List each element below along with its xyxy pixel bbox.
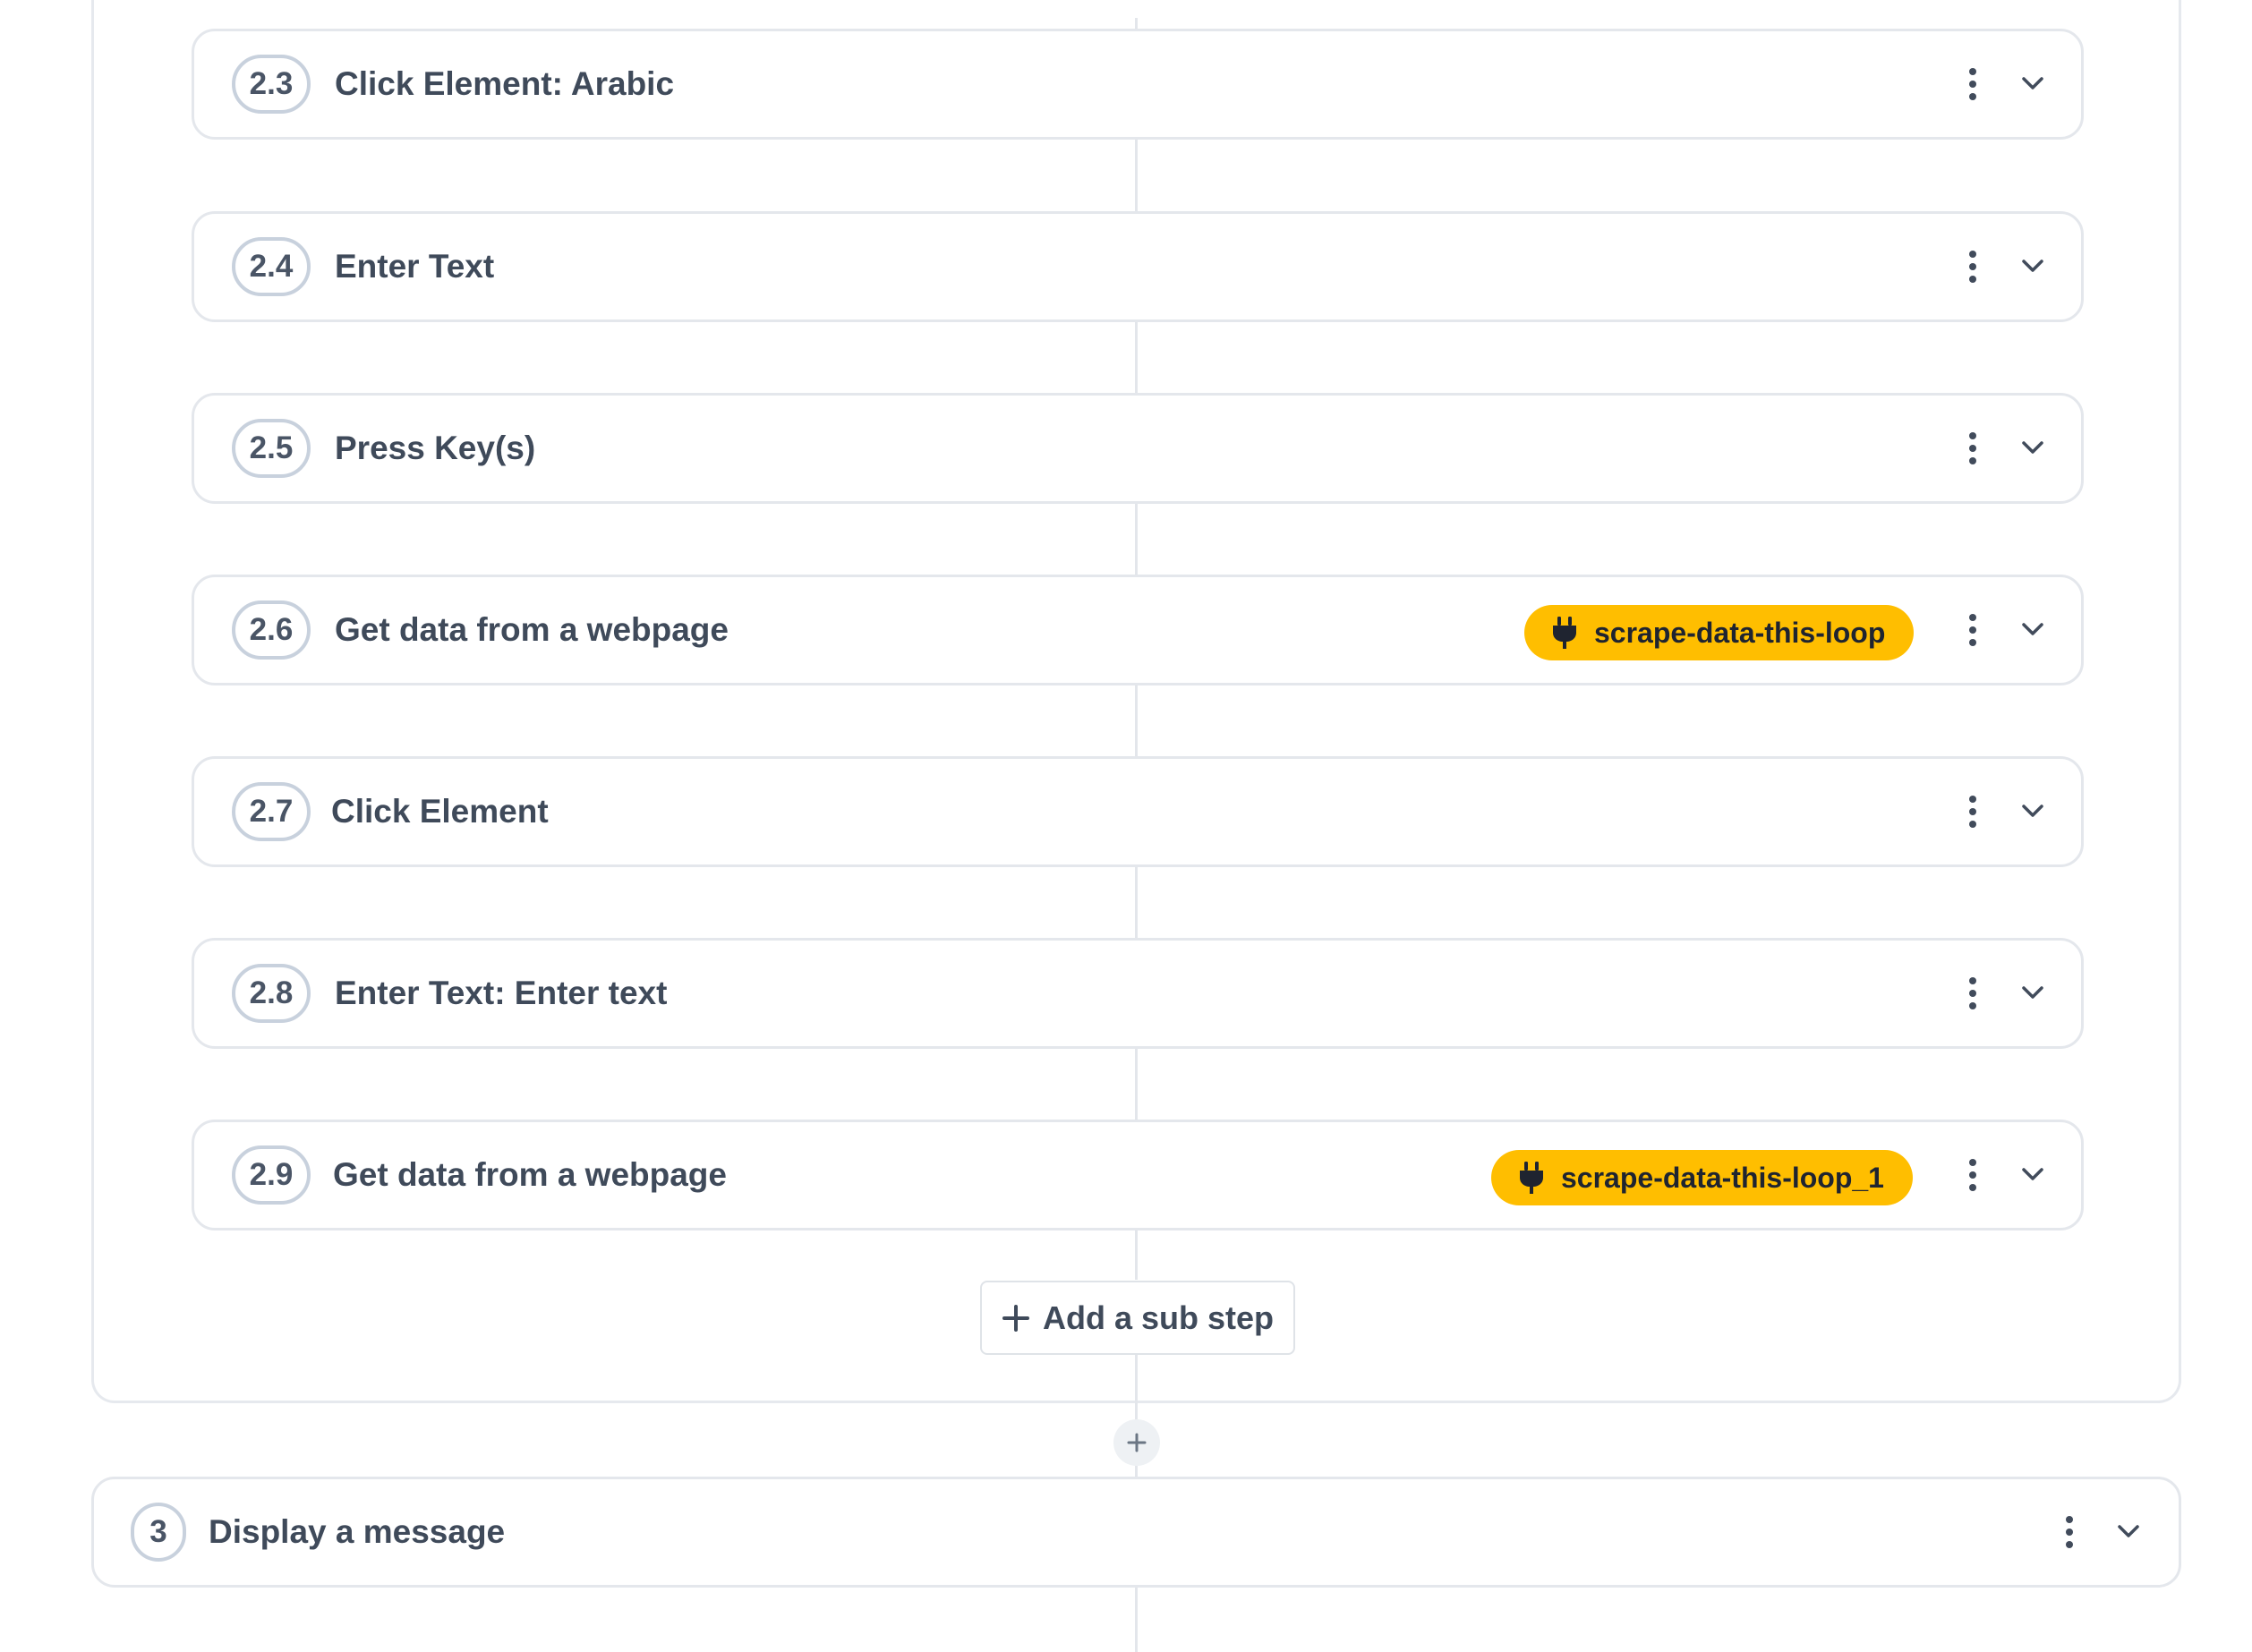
add-step-button[interactable] [1113, 1419, 1160, 1466]
plus-icon [1127, 1433, 1147, 1452]
add-substep-label: Add a sub step [1042, 1299, 1275, 1336]
sub-step-card[interactable]: 2.5 Press Key(s) [192, 393, 2084, 504]
kebab-icon[interactable] [1959, 977, 1986, 1009]
step-title: Display a message [209, 1513, 506, 1550]
step-title: Press Key(s) [335, 430, 536, 466]
step-title: Get data from a webpage [333, 1156, 727, 1193]
sub-step-card[interactable]: 2.6 Get data from a webpage scrape-data-… [192, 575, 2084, 685]
kebab-icon[interactable] [1959, 614, 1986, 646]
sub-step-card[interactable]: 2.4 Enter Text [192, 211, 2084, 322]
output-tag[interactable]: scrape-data-this-loop_1 [1491, 1150, 1913, 1205]
connector-line [1135, 1353, 1138, 1421]
sub-step-card[interactable]: 2.8 Enter Text: Enter text [192, 938, 2084, 1049]
sub-step-card[interactable]: 2.3 Click Element: Arabic [192, 29, 2084, 140]
sub-step-card[interactable]: 2.9 Get data from a webpage scrape-data-… [192, 1120, 2084, 1230]
kebab-icon[interactable] [1959, 796, 1986, 828]
kebab-icon[interactable] [1959, 251, 1986, 283]
chevron-down-icon[interactable] [2019, 801, 2046, 821]
step-number-badge: 2.7 [232, 782, 311, 841]
chevron-down-icon[interactable] [2019, 73, 2046, 93]
chevron-down-icon[interactable] [2019, 619, 2046, 639]
plug-icon [1553, 617, 1576, 649]
step-title: Click Element [331, 793, 549, 830]
plug-icon [1520, 1162, 1543, 1194]
step-number-badge: 2.9 [232, 1145, 311, 1205]
kebab-icon[interactable] [1959, 1159, 1986, 1191]
connector-line [1135, 1586, 1138, 1652]
step-number-badge: 2.4 [232, 237, 311, 296]
step-card[interactable]: 3 Display a message [91, 1477, 2181, 1588]
chevron-down-icon[interactable] [2115, 1521, 2142, 1541]
step-number-badge: 2.5 [232, 419, 311, 478]
chevron-down-icon[interactable] [2019, 438, 2046, 457]
step-title: Enter Text [335, 248, 495, 285]
step-number-badge: 2.8 [232, 964, 311, 1023]
output-tag-label: scrape-data-this-loop [1594, 616, 1886, 649]
sub-step-card[interactable]: 2.7 Click Element [192, 756, 2084, 867]
step-title: Get data from a webpage [335, 611, 729, 648]
step-number-badge: 2.6 [232, 600, 311, 660]
output-tag-label: scrape-data-this-loop_1 [1561, 1161, 1884, 1194]
kebab-icon[interactable] [2056, 1516, 2083, 1548]
kebab-icon[interactable] [1959, 68, 1986, 100]
kebab-icon[interactable] [1959, 432, 1986, 464]
plus-icon [1002, 1304, 1029, 1332]
step-title: Enter Text: Enter text [335, 975, 668, 1011]
step-title: Click Element: Arabic [335, 65, 675, 102]
chevron-down-icon[interactable] [2019, 983, 2046, 1002]
chevron-down-icon[interactable] [2019, 1164, 2046, 1184]
step-number-badge: 3 [131, 1503, 186, 1562]
chevron-down-icon[interactable] [2019, 256, 2046, 276]
step-number-badge: 2.3 [232, 55, 311, 114]
add-substep-button[interactable]: Add a sub step [980, 1281, 1295, 1355]
output-tag[interactable]: scrape-data-this-loop [1524, 605, 1915, 660]
